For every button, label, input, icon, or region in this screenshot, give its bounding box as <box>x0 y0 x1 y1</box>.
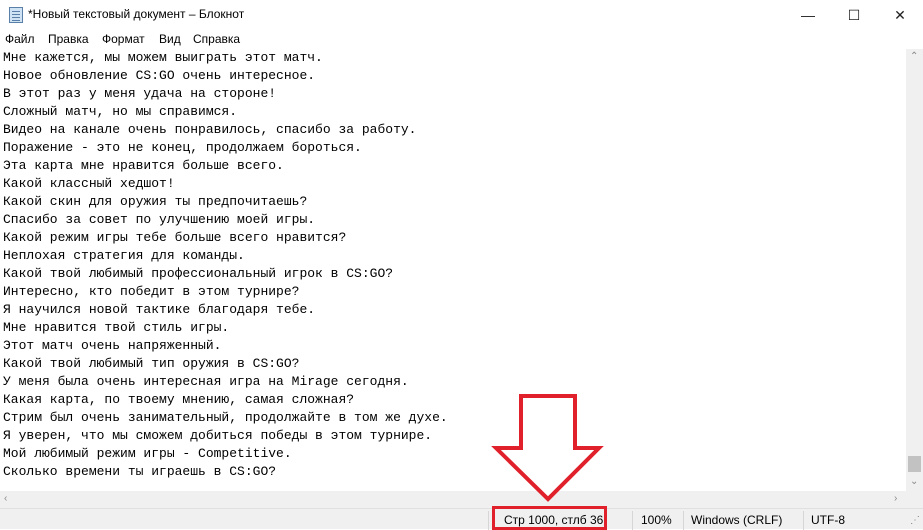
text-line: Видео на канале очень понравилось, спаси… <box>3 122 417 137</box>
menu-format[interactable]: Формат <box>102 32 145 46</box>
line-endings: Windows (CRLF) <box>691 513 783 527</box>
text-line: Я научился новой тактике благодаря тебе. <box>3 302 316 317</box>
text-line: Какой твой любимый тип оружия в CS:GO? <box>3 356 300 371</box>
menu-file[interactable]: Файл <box>5 32 35 46</box>
text-line: Интересно, кто победит в этом турнире? <box>3 284 300 299</box>
text-line: Этот матч очень напряженный. <box>3 338 222 353</box>
text-line: Какой скин для оружия ты предпочитаешь? <box>3 194 308 209</box>
menu-bar: Файл Правка Формат Вид Справка <box>0 30 923 49</box>
text-line: Сколько времени ты играешь в CS:GO? <box>3 464 277 479</box>
scroll-corner <box>906 491 923 508</box>
text-line: Неплохая стратегия для команды. <box>3 248 245 263</box>
status-divider <box>632 511 633 530</box>
text-line: Какой режим игры тебе больше всего нрави… <box>3 230 347 245</box>
horizontal-scrollbar[interactable]: ‹ › <box>0 491 906 508</box>
vertical-scroll-thumb[interactable] <box>908 456 921 472</box>
text-line: Какой твой любимый профессиональный игро… <box>3 266 394 281</box>
text-line: Сложный матч, но мы справимся. <box>3 104 238 119</box>
close-button[interactable]: ✕ <box>877 0 923 30</box>
highlight-box <box>492 506 607 530</box>
text-line: Стрим был очень занимательный, продолжай… <box>3 410 448 425</box>
text-line: У меня была очень интересная игра на Mir… <box>3 374 409 389</box>
menu-view[interactable]: Вид <box>159 32 181 46</box>
text-line: Эта карта мне нравится больше всего. <box>3 158 284 173</box>
scroll-right-icon[interactable]: › <box>894 493 897 504</box>
text-line: Новое обновление CS:GO очень интересное. <box>3 68 316 83</box>
title-bar: *Новый текстовый документ – Блокнот — ☐ … <box>0 0 923 30</box>
scroll-down-icon[interactable]: ⌄ <box>910 476 918 487</box>
text-line: В этот раз у меня удача на стороне! <box>3 86 277 101</box>
scroll-up-icon[interactable]: ⌃ <box>910 51 918 62</box>
status-bar: Стр 1000, стлб 36 100% Windows (CRLF) UT… <box>0 508 923 530</box>
text-line: Мне кажется, мы можем выиграть этот матч… <box>3 50 323 65</box>
vertical-scrollbar[interactable]: ⌃ ⌄ <box>906 49 923 491</box>
status-divider <box>683 511 684 530</box>
minimize-button[interactable]: — <box>785 0 831 30</box>
encoding: UTF-8 <box>811 513 845 527</box>
text-line: Мой любимый режим игры - Competitive. <box>3 446 292 461</box>
text-line: Какая карта, по твоему мнению, самая сло… <box>3 392 355 407</box>
text-line: Спасибо за совет по улучшению моей игры. <box>3 212 316 227</box>
window-title: *Новый текстовый документ – Блокнот <box>28 7 245 21</box>
text-editor[interactable]: Мне кажется, мы можем выиграть этот матч… <box>0 49 906 491</box>
text-line: Поражение - это не конец, продолжаем бор… <box>3 140 362 155</box>
notepad-icon <box>9 7 23 23</box>
text-line: Какой классный хедшот! <box>3 176 175 191</box>
status-divider <box>488 511 489 530</box>
status-divider <box>803 511 804 530</box>
text-line: Мне нравится твой стиль игры. <box>3 320 230 335</box>
text-line: Я уверен, что мы сможем добиться победы … <box>3 428 433 443</box>
scroll-left-icon[interactable]: ‹ <box>4 493 7 504</box>
menu-edit[interactable]: Правка <box>48 32 89 46</box>
menu-help[interactable]: Справка <box>193 32 240 46</box>
zoom-level: 100% <box>641 513 672 527</box>
maximize-button[interactable]: ☐ <box>831 0 877 30</box>
resize-grip-icon[interactable]: ⋰ <box>910 515 920 526</box>
